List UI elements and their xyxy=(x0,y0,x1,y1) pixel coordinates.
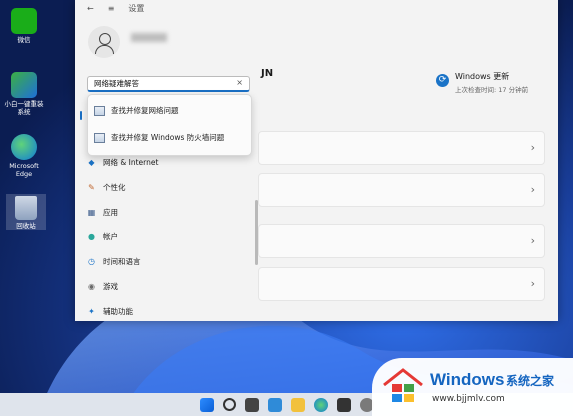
sidebar-item-accounts[interactable]: ● 帐户 xyxy=(87,231,118,242)
desktop-icon-label: 小白一键重装系统 xyxy=(4,100,44,116)
nav-selection-indicator xyxy=(80,111,82,120)
edge-icon xyxy=(11,134,37,160)
sync-icon: ⟳ xyxy=(436,74,449,87)
watermark-cn: 系统之家 xyxy=(506,374,555,388)
sidebar-item-accessibility[interactable]: ✦ 辅助功能 xyxy=(87,306,133,317)
sidebar-item-personalization[interactable]: ✎ 个性化 xyxy=(87,182,126,193)
reinstall-icon xyxy=(11,72,37,98)
desktop-icon-recycle-bin[interactable]: 回收站 xyxy=(6,194,46,230)
start-icon[interactable] xyxy=(199,397,214,412)
wifi-icon: ◆ xyxy=(88,158,95,167)
watermark: Windows 系统之家 www.bjjmlv.com xyxy=(372,358,573,416)
settings-window: ← ≡ 设置 JN ⟳ Windows 更新 上次检查时间: 17 分钟前 ◆ … xyxy=(75,0,558,321)
sidebar-item-time-language[interactable]: ◷ 时间和语言 xyxy=(87,256,141,267)
desktop-icon-label: 微信 xyxy=(17,36,31,44)
account-icon: ● xyxy=(88,232,95,241)
suggestion-fix-firewall[interactable]: 查找并修复 Windows 防火墙问题 xyxy=(94,132,224,143)
settings-search-box[interactable]: × xyxy=(87,76,250,92)
sidebar-item-label: 网络 & Internet xyxy=(103,158,159,167)
chevron-right-icon: › xyxy=(530,277,535,290)
title-bar: ← ≡ 设置 xyxy=(75,0,558,16)
gamepad-icon: ◉ xyxy=(88,282,95,291)
avatar[interactable] xyxy=(88,26,120,58)
person-icon xyxy=(99,33,111,45)
windows-house-logo xyxy=(383,368,423,402)
chevron-right-icon: › xyxy=(530,234,535,247)
desktop-icon-label: Microsoft Edge xyxy=(9,162,39,178)
sidebar-item-label: 帐户 xyxy=(103,232,118,241)
sidebar-item-label: 个性化 xyxy=(103,183,126,192)
sidebar-item-label: 应用 xyxy=(103,208,118,217)
desktop-icon-edge[interactable]: Microsoft Edge xyxy=(4,134,44,178)
widgets-icon[interactable] xyxy=(267,397,282,412)
search-input[interactable] xyxy=(94,77,229,90)
settings-card[interactable]: › xyxy=(258,131,545,165)
windows-update-status[interactable]: ⟳ Windows 更新 上次检查时间: 17 分钟前 xyxy=(436,71,528,94)
clear-search-button[interactable]: × xyxy=(236,78,243,87)
suggestion-fix-network[interactable]: 查找并修复网络问题 xyxy=(94,105,179,116)
chevron-right-icon: › xyxy=(530,183,535,196)
desktop-icon-reinstall[interactable]: 小白一键重装系统 xyxy=(4,72,44,116)
store-icon[interactable] xyxy=(336,397,351,412)
troubleshoot-icon xyxy=(94,132,105,143)
settings-card[interactable]: › xyxy=(258,267,545,301)
apps-icon: ▦ xyxy=(87,208,96,217)
watermark-brand: Windows xyxy=(430,370,505,389)
suggestion-label: 查找并修复网络问题 xyxy=(111,106,179,115)
search-suggestions: 查找并修复网络问题 查找并修复 Windows 防火墙问题 xyxy=(87,94,252,156)
edge-icon[interactable] xyxy=(313,397,328,412)
clock-globe-icon: ◷ xyxy=(88,257,95,266)
pc-name: JN xyxy=(261,68,274,79)
file-explorer-icon[interactable] xyxy=(290,397,305,412)
settings-card[interactable]: › xyxy=(258,173,545,207)
suggestion-label: 查找并修复 Windows 防火墙问题 xyxy=(111,133,225,142)
back-button[interactable]: ← xyxy=(87,4,94,13)
chevron-right-icon: › xyxy=(530,141,535,154)
troubleshoot-icon xyxy=(94,105,105,116)
sidebar-item-label: 时间和语言 xyxy=(103,257,141,266)
sidebar-item-gaming[interactable]: ◉ 游戏 xyxy=(87,281,118,292)
desktop-icon-wechat[interactable]: 微信 xyxy=(4,8,44,44)
settings-card[interactable]: › xyxy=(258,224,545,258)
sidebar-item-label: 辅助功能 xyxy=(103,307,133,316)
sidebar-item-label: 游戏 xyxy=(103,282,118,291)
watermark-url: www.bjjmlv.com xyxy=(432,394,505,404)
update-title: Windows 更新 xyxy=(455,72,510,81)
search-icon[interactable] xyxy=(222,398,236,411)
recycle-bin-icon xyxy=(15,196,37,220)
blurred-username xyxy=(131,33,167,42)
desktop-icon-label: 回收站 xyxy=(16,222,36,230)
task-view-icon[interactable] xyxy=(244,397,259,412)
accessibility-icon: ✦ xyxy=(88,307,95,316)
sidebar-item-network[interactable]: ◆ 网络 & Internet xyxy=(87,157,158,168)
update-subtitle: 上次检查时间: 17 分钟前 xyxy=(455,86,529,94)
menu-icon[interactable]: ≡ xyxy=(108,4,115,13)
wechat-icon xyxy=(11,8,37,34)
brush-icon: ✎ xyxy=(88,183,95,192)
sidebar-item-apps[interactable]: ▦ 应用 xyxy=(87,207,118,218)
window-title: 设置 xyxy=(128,3,145,13)
